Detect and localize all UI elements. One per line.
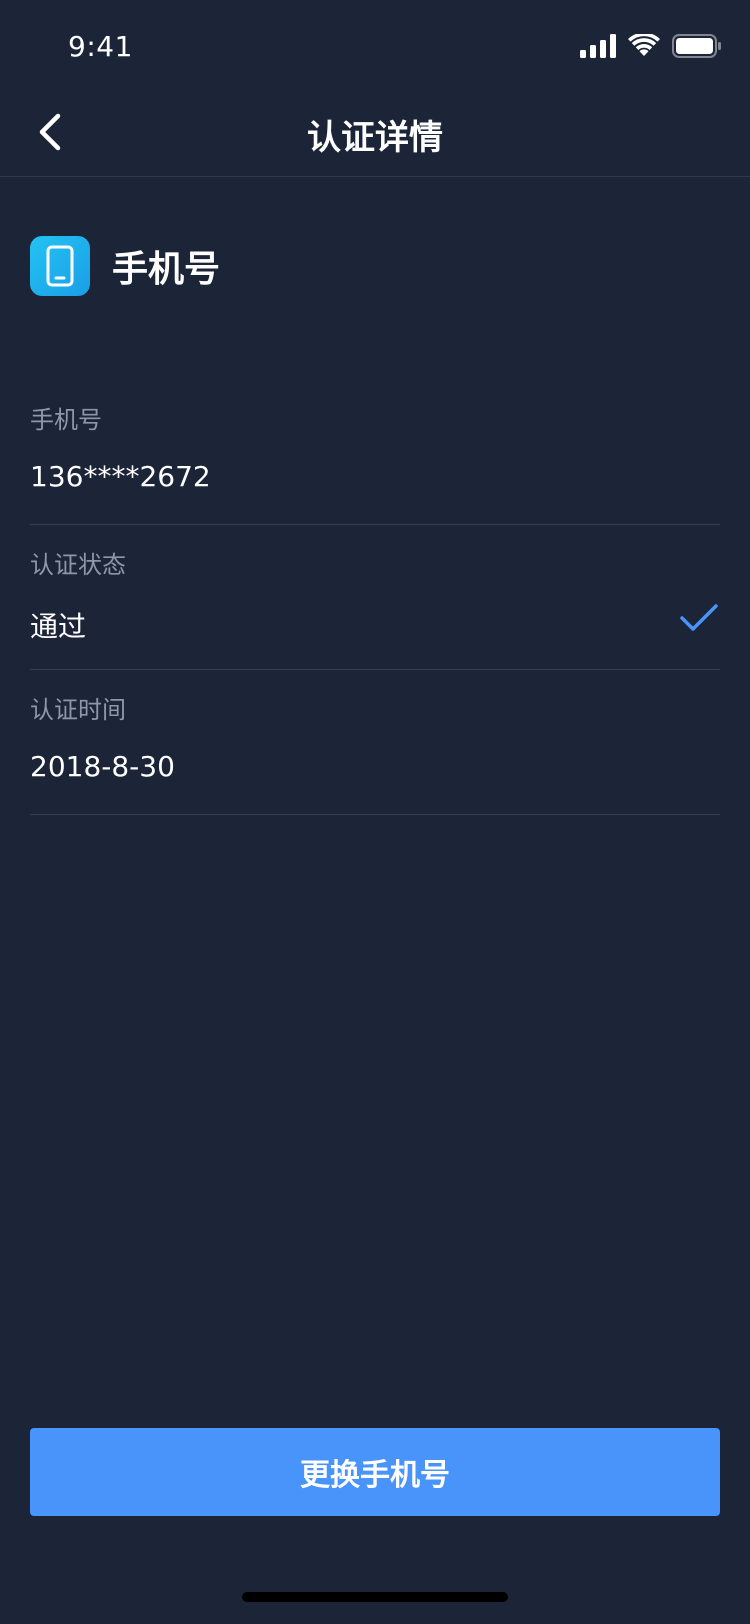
cellular-signal-icon <box>580 34 616 58</box>
battery-icon <box>672 34 721 58</box>
detail-row-time: 认证时间 2018-8-30 <box>30 670 720 815</box>
page-title: 认证详情 <box>307 118 443 158</box>
mobile-phone-icon <box>30 236 90 296</box>
detail-row-status: 认证状态 通过 <box>30 525 720 670</box>
wifi-icon <box>628 34 660 56</box>
status-icons <box>580 32 722 60</box>
detail-row-phone: 手机号 136****2672 <box>30 380 720 525</box>
detail-list: 手机号 136****2672 认证状态 通过 认证时间 2018-8-30 <box>30 380 720 815</box>
detail-label: 认证状态 <box>30 551 126 579</box>
section-title: 手机号 <box>112 249 221 290</box>
home-indicator <box>242 1592 508 1602</box>
section-header: 手机号 <box>30 236 220 296</box>
checkmark-icon <box>680 604 718 631</box>
status-bar: 9:41 <box>0 0 750 88</box>
detail-label: 认证时间 <box>30 696 126 724</box>
phone-number-value: 136****2672 <box>30 460 211 493</box>
status-value: 通过 <box>30 610 87 643</box>
screen: 9:41 认证详情 手机号 手机号 136****2672 认证状态 通过 认证… <box>0 0 750 1624</box>
detail-label: 手机号 <box>30 406 102 434</box>
change-phone-button[interactable]: 更换手机号 <box>30 1428 720 1516</box>
status-time: 9:41 <box>68 30 133 63</box>
navigation-bar: 认证详情 <box>0 88 750 177</box>
date-value: 2018-8-30 <box>30 750 175 783</box>
